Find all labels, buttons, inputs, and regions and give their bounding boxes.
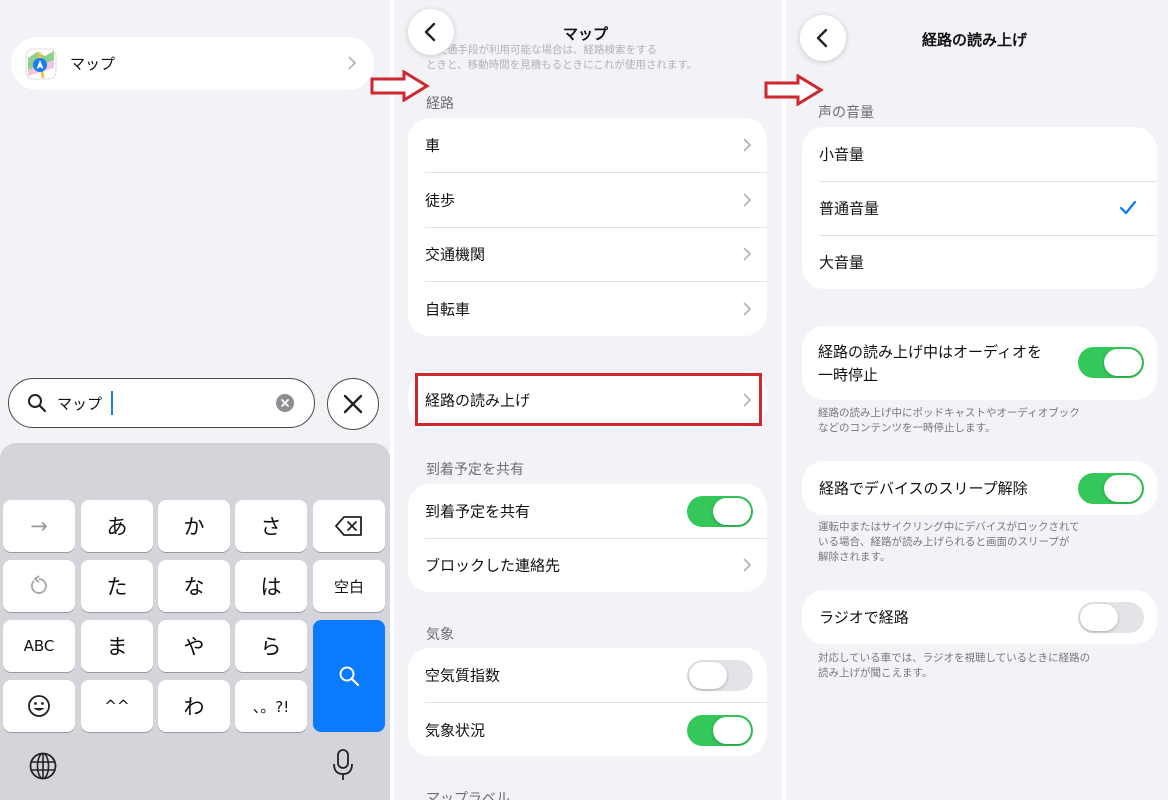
- emoji-icon: [28, 695, 50, 717]
- search-result-maps[interactable]: マップ: [11, 37, 374, 90]
- chevron-right-icon: [348, 56, 357, 70]
- maps-settings-panel: の交通手段が利用可能な場合は、経路検索をする ときと、移動時間を見積もるときにこ…: [394, 0, 782, 800]
- search-panel: マップ マップ → あ か さ た な は 空白 ABC ま や ら ^^ わ …: [0, 0, 390, 800]
- chevron-right-icon: [743, 247, 752, 261]
- key-wa[interactable]: わ: [158, 680, 230, 732]
- section-header-weather: 気象: [426, 627, 454, 643]
- wake-device-toggle[interactable]: [1078, 473, 1144, 504]
- emoji-key[interactable]: [3, 680, 75, 732]
- search-key[interactable]: [313, 620, 385, 732]
- section-header-volume: 声の音量: [818, 105, 874, 121]
- chevron-right-icon: [743, 302, 752, 316]
- route-item-walking[interactable]: 徒歩: [408, 173, 767, 227]
- wake-device-card: 経路でデバイスのスリープ解除: [802, 461, 1157, 515]
- search-input-text: マップ: [57, 395, 103, 413]
- radio-footer: 対応している車では、ラジオを視聴しているときに経路の 読み上げが聞こえます。: [818, 652, 1091, 679]
- route-card: 車 徒歩 交通機関 自転車: [408, 118, 767, 336]
- red-arrow-icon: [764, 74, 824, 106]
- chevron-right-icon: [743, 558, 752, 572]
- clear-text-icon[interactable]: [276, 394, 294, 412]
- pause-audio-footer: 経路の読み上げ中にポッドキャストやオーディオブック などのコンテンツを一時停止し…: [818, 407, 1080, 434]
- pause-audio-toggle[interactable]: [1078, 347, 1144, 378]
- faded-description: の交通手段が利用可能な場合は、経路検索をする ときと、移動時間を見積もるときにこ…: [426, 44, 698, 71]
- chevron-left-icon: [816, 28, 828, 48]
- volume-option-high[interactable]: 大音量: [802, 235, 1157, 289]
- route-item-transit[interactable]: 交通機関: [408, 227, 767, 281]
- key-ma[interactable]: ま: [81, 620, 153, 672]
- share-eta-card: 到着予定を共有 ブロックした連絡先: [408, 484, 767, 592]
- close-search-button[interactable]: [327, 378, 379, 430]
- section-header-map-labels: マップラベル: [426, 791, 510, 800]
- pause-audio-label: 経路の読み上げ中はオーディオを 一時停止: [818, 343, 1042, 384]
- weather-conditions-toggle[interactable]: [687, 715, 753, 746]
- route-item-cycling[interactable]: 自転車: [408, 282, 767, 336]
- undo-icon: [31, 575, 47, 594]
- keyboard: → あ か さ た な は 空白 ABC ま や ら ^^ わ 、。?!: [0, 443, 390, 800]
- key-ha[interactable]: は: [235, 560, 307, 612]
- key-a[interactable]: あ: [81, 500, 153, 552]
- undo-key[interactable]: [3, 560, 75, 612]
- back-button[interactable]: [800, 15, 846, 61]
- close-icon: [343, 394, 363, 414]
- back-button[interactable]: [408, 9, 454, 55]
- page-title: マップ: [563, 25, 609, 43]
- microphone-icon[interactable]: [332, 748, 354, 782]
- search-field[interactable]: マップ: [8, 378, 315, 428]
- backspace-icon: [335, 516, 362, 536]
- section-header-share-eta: 到着予定を共有: [426, 462, 524, 478]
- key-na[interactable]: な: [158, 560, 230, 612]
- route-item-car[interactable]: 車: [408, 118, 767, 172]
- volume-option-low[interactable]: 小音量: [802, 127, 1157, 181]
- delete-key[interactable]: [313, 500, 385, 552]
- chevron-right-icon: [743, 193, 752, 207]
- key-arrow[interactable]: →: [3, 500, 75, 552]
- chevron-left-icon: [424, 22, 436, 42]
- volume-option-normal[interactable]: 普通音量: [802, 181, 1157, 235]
- key-ka[interactable]: か: [158, 500, 230, 552]
- text-cursor: [111, 391, 113, 415]
- share-eta-toggle[interactable]: [687, 496, 753, 527]
- key-ta[interactable]: た: [81, 560, 153, 612]
- search-result-label: マップ: [70, 55, 116, 73]
- checkmark-icon: [1119, 200, 1137, 215]
- red-arrow-icon: [370, 70, 430, 102]
- volume-card: 小音量 普通音量 大音量: [802, 127, 1157, 289]
- air-quality-toggle[interactable]: [687, 660, 753, 691]
- search-icon: [28, 394, 47, 413]
- key-ra[interactable]: ら: [235, 620, 307, 672]
- maps-app-icon: [25, 48, 57, 80]
- key-ya[interactable]: や: [158, 620, 230, 672]
- section-header-route: 経路: [426, 96, 454, 112]
- radio-toggle[interactable]: [1078, 602, 1144, 633]
- search-icon: [339, 666, 360, 687]
- key-sa[interactable]: さ: [235, 500, 307, 552]
- pause-audio-card: 経路の読み上げ中はオーディオを 一時停止: [802, 326, 1157, 400]
- page-title: 経路の読み上げ: [922, 31, 1028, 49]
- highlight-box: [415, 373, 762, 426]
- globe-icon[interactable]: [28, 751, 58, 781]
- blocked-contacts-item[interactable]: ブロックした連絡先: [408, 538, 767, 592]
- radio-card: ラジオで経路: [802, 590, 1157, 644]
- kaomoji-key[interactable]: ^^: [81, 680, 153, 732]
- space-key[interactable]: 空白: [313, 560, 385, 612]
- abc-key[interactable]: ABC: [3, 620, 75, 672]
- wake-device-footer: 運転中またはサイクリング中にデバイスがロックされて いる場合、経路が読み上げられ…: [818, 521, 1080, 563]
- spoken-directions-panel: 経路の読み上げ 声の音量 小音量 普通音量 大音量 経路の読み上げ中はオーディオ…: [786, 0, 1168, 800]
- chevron-right-icon: [743, 138, 752, 152]
- punctuation-key[interactable]: 、。?!: [235, 680, 307, 732]
- weather-card: 空気質指数 気象状況: [408, 648, 767, 756]
